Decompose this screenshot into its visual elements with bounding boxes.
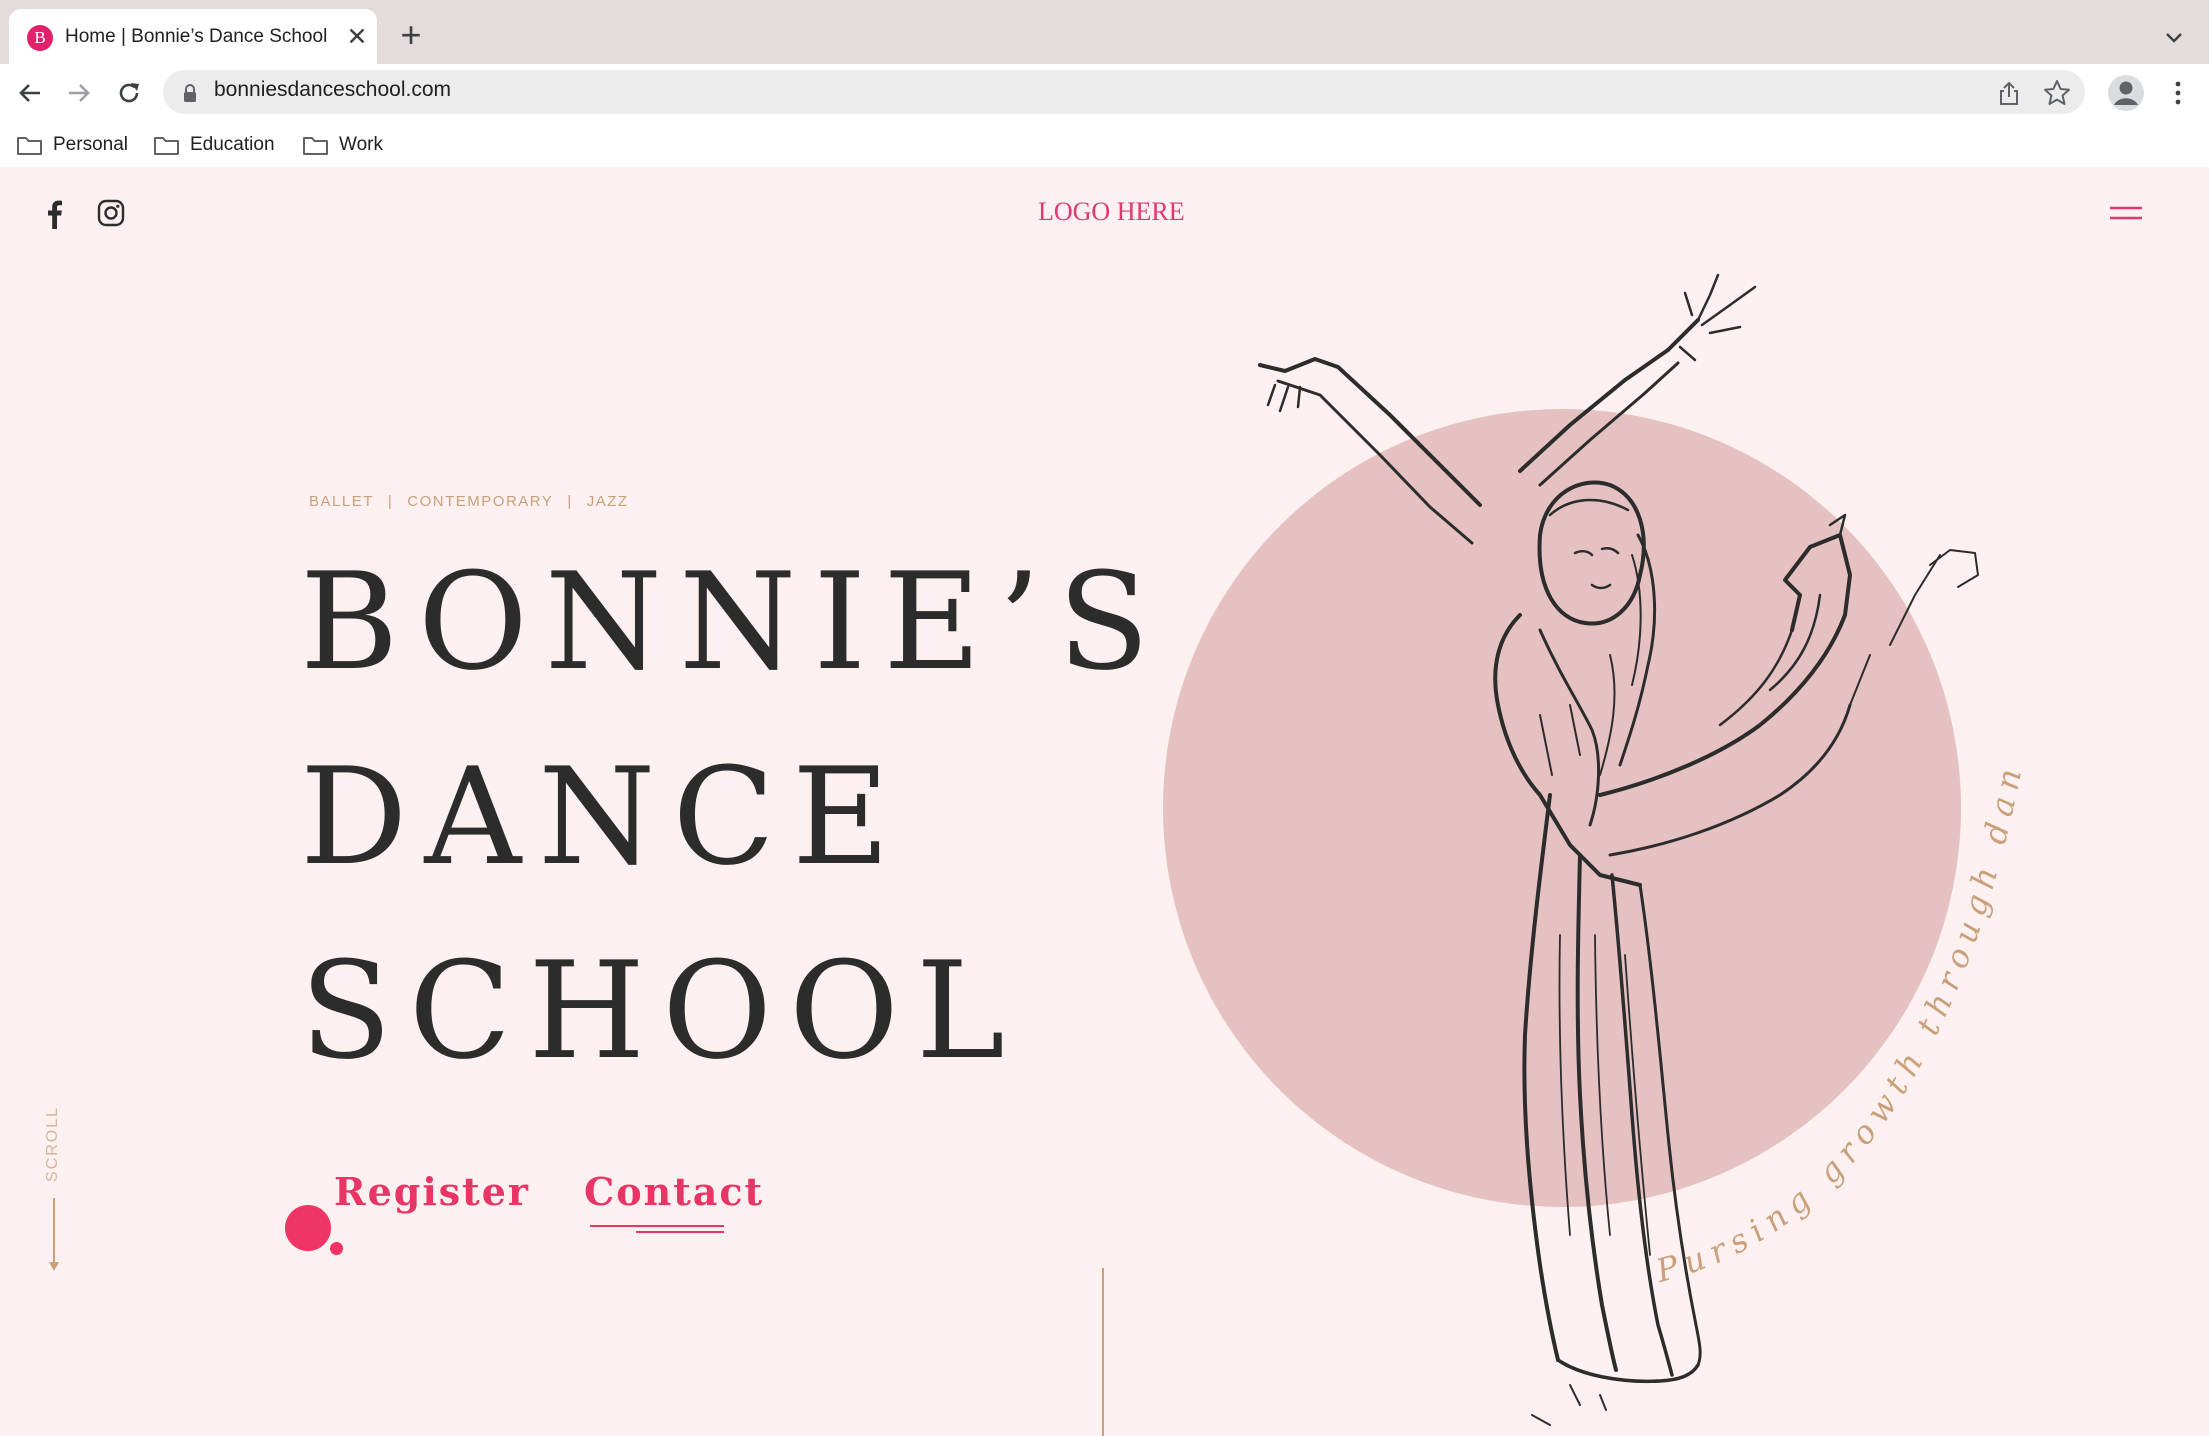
tagline-jazz: JAZZ <box>586 493 629 510</box>
back-arrow-icon[interactable] <box>13 76 47 110</box>
instagram-icon[interactable] <box>97 199 125 227</box>
folder-icon <box>303 137 328 155</box>
tab-close-icon[interactable]: ✕ <box>343 23 371 51</box>
tab-search-chevron-icon[interactable] <box>2160 24 2188 52</box>
dance-styles-tagline: BALLET | CONTEMPORARY | JAZZ <box>309 493 629 510</box>
forward-arrow-icon[interactable] <box>62 76 96 110</box>
facebook-icon[interactable] <box>42 199 66 229</box>
bookmark-label: Personal <box>53 134 128 155</box>
hamburger-menu-icon[interactable] <box>2110 203 2142 225</box>
bookmark-label: Work <box>339 134 383 155</box>
share-icon[interactable] <box>1996 79 2022 107</box>
new-tab-button[interactable]: + <box>397 17 425 53</box>
register-decoration-dot <box>285 1205 331 1251</box>
folder-icon <box>17 137 42 155</box>
contact-underline <box>590 1225 724 1227</box>
hero-title-line-1: BONNIE’S <box>300 544 1167 700</box>
slogan-text: Pursing growth through dance <box>1590 717 2023 1290</box>
hero-title-line-2: DANCE <box>300 739 907 895</box>
hero-title-line-3: SCHOOL <box>300 933 1022 1089</box>
tab-title: Home | Bonnie’s Dance School <box>65 26 328 47</box>
reload-icon[interactable] <box>112 76 146 110</box>
scroll-label[interactable]: SCROLL <box>44 1106 64 1182</box>
profile-avatar-icon[interactable] <box>2107 74 2145 112</box>
svg-text:Pursing growth through dance: Pursing growth through dance <box>1590 717 2031 1290</box>
register-decoration-dot-small <box>330 1242 343 1255</box>
vertical-divider <box>1102 1268 1104 1436</box>
site-logo[interactable]: LOGO HERE <box>1038 197 1185 227</box>
bookmark-education[interactable]: Education <box>153 130 275 160</box>
tagline-separator: | <box>567 493 573 510</box>
browser-menu-icon[interactable] <box>2168 78 2188 108</box>
browser-tab[interactable]: B Home | Bonnie’s Dance School ✕ <box>9 9 377 64</box>
bookmark-personal[interactable]: Personal <box>16 130 128 160</box>
tagline-contemporary: CONTEMPORARY <box>407 493 554 510</box>
scroll-down-arrow-icon[interactable] <box>47 1259 61 1273</box>
url-text[interactable]: bonniesdanceschool.com <box>214 78 451 102</box>
scroll-indicator-line <box>53 1198 55 1264</box>
register-button[interactable]: Register <box>334 1169 530 1214</box>
tab-favicon-icon: B <box>27 25 53 51</box>
address-bar[interactable] <box>163 70 2085 114</box>
contact-underline-short <box>636 1231 724 1233</box>
lock-icon[interactable] <box>182 83 198 103</box>
contact-button[interactable]: Contact <box>584 1169 764 1214</box>
bookmark-work[interactable]: Work <box>302 130 383 160</box>
tagline-separator: | <box>387 493 394 510</box>
tagline-ballet: BALLET <box>309 493 374 510</box>
folder-icon <box>154 137 179 155</box>
page-content: LOGO HERE BALLET | CONTEMPORARY | JAZZ BONNI… <box>0 167 2209 1436</box>
slogan-arc-text: Pursing growth through dance <box>1590 717 2031 1290</box>
bookmark-star-icon[interactable] <box>2042 78 2072 108</box>
bookmark-label: Education <box>190 134 275 155</box>
